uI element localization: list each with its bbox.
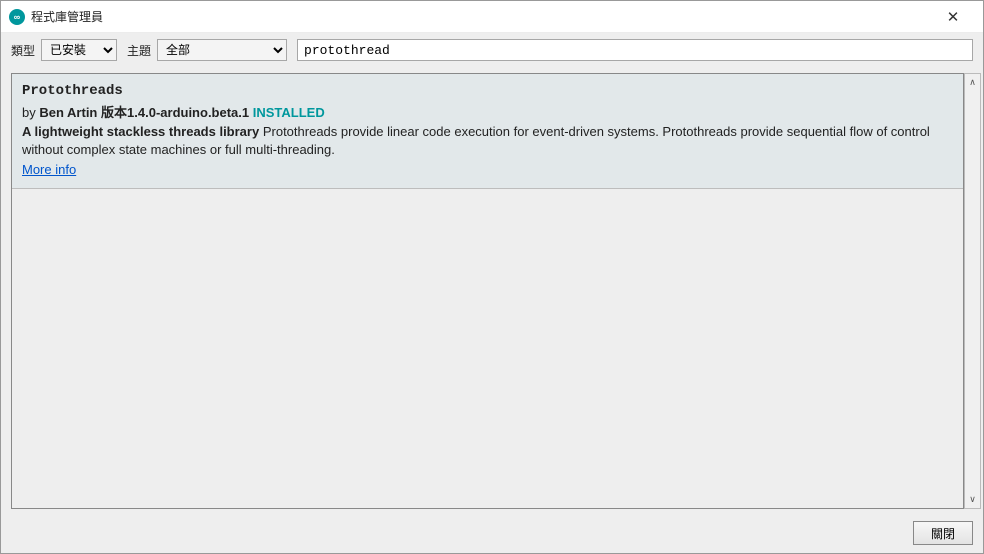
- filter-bar: 類型 已安裝 主題 全部: [1, 33, 983, 67]
- close-icon[interactable]: ✕: [933, 2, 973, 32]
- close-button[interactable]: 關閉: [913, 521, 973, 545]
- library-author: Ben Artin: [39, 105, 97, 120]
- type-label: 類型: [11, 42, 35, 59]
- scroll-track[interactable]: [965, 91, 980, 491]
- library-description: A lightweight stackless threads library …: [22, 123, 953, 158]
- more-info-link[interactable]: More info: [22, 162, 76, 177]
- scroll-up-icon[interactable]: ∧: [965, 74, 980, 91]
- scrollbar[interactable]: ∧ ∨: [964, 73, 981, 509]
- library-manager-window: ∞ 程式庫管理員 ✕ 類型 已安裝 主題 全部 Protothreads by …: [0, 0, 984, 554]
- library-name: Protothreads: [22, 82, 953, 101]
- library-meta: by Ben Artin 版本1.4.0-arduino.beta.1 INST…: [22, 104, 953, 122]
- body-area: Protothreads by Ben Artin 版本1.4.0-arduin…: [1, 67, 983, 515]
- library-item[interactable]: Protothreads by Ben Artin 版本1.4.0-arduin…: [12, 74, 963, 189]
- topic-select[interactable]: 全部: [157, 39, 287, 61]
- window-title: 程式庫管理員: [31, 8, 103, 25]
- installed-badge: INSTALLED: [253, 105, 325, 120]
- arduino-icon: ∞: [9, 9, 25, 25]
- version-label: 版本: [101, 105, 127, 120]
- type-select[interactable]: 已安裝: [41, 39, 117, 61]
- topic-label: 主題: [127, 42, 151, 59]
- library-summary: A lightweight stackless threads library: [22, 124, 259, 139]
- title-bar: ∞ 程式庫管理員 ✕: [1, 1, 983, 33]
- search-input[interactable]: [297, 39, 973, 61]
- library-list: Protothreads by Ben Artin 版本1.4.0-arduin…: [11, 73, 964, 509]
- library-version: 1.4.0-arduino.beta.1: [127, 105, 249, 120]
- footer: 關閉: [1, 515, 983, 553]
- scroll-down-icon[interactable]: ∨: [965, 491, 980, 508]
